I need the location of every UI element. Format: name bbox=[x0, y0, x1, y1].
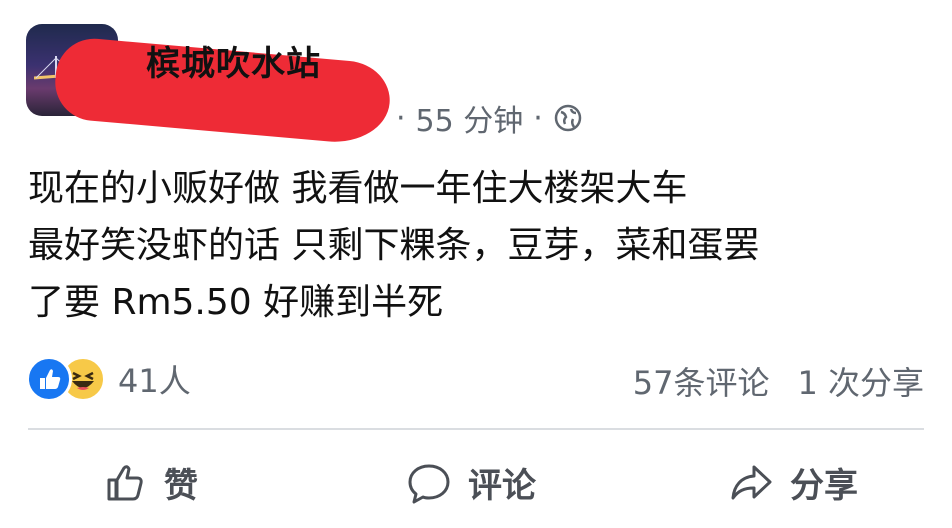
like-icon bbox=[26, 356, 72, 402]
comment-label: 评论 bbox=[468, 466, 536, 506]
facebook-post: 槟城吹水站 · 55 分钟 · 现在的小贩好做 我看做一年住大楼架大车 最好笑没… bbox=[0, 0, 952, 528]
post-text-line: 最好笑没虾的话 只剩下粿条，豆芽，菜和蛋罢 bbox=[28, 225, 760, 266]
like-label: 赞 bbox=[164, 466, 198, 506]
comment-count[interactable]: 57条评论 bbox=[633, 358, 770, 404]
meta-separator: · bbox=[396, 100, 406, 136]
post-body: 现在的小贩好做 我看做一年住大楼架大车 最好笑没虾的话 只剩下粿条，豆芽，菜和蛋… bbox=[28, 160, 759, 331]
reaction-count: 41人 bbox=[118, 362, 191, 400]
divider bbox=[28, 428, 924, 430]
reactions-summary[interactable]: 41人 bbox=[26, 356, 191, 402]
page-name[interactable]: 槟城吹水站 bbox=[146, 36, 321, 85]
share-button[interactable]: 分享 bbox=[728, 458, 858, 507]
share-label: 分享 bbox=[790, 466, 858, 506]
post-time[interactable]: 55 分钟 bbox=[416, 96, 524, 140]
meta-separator-2: · bbox=[533, 100, 543, 136]
share-arrow-icon bbox=[728, 461, 774, 505]
globe-icon bbox=[553, 103, 583, 133]
post-text-line: 现在的小贩好做 我看做一年住大楼架大车 bbox=[28, 168, 688, 209]
thumbs-up-icon bbox=[104, 461, 148, 505]
comment-bubble-icon bbox=[406, 461, 452, 505]
post-meta: · 55 分钟 · bbox=[396, 96, 583, 140]
like-button[interactable]: 赞 bbox=[104, 458, 198, 507]
post-stats: 57条评论 1 次分享 bbox=[633, 358, 924, 404]
share-count[interactable]: 1 次分享 bbox=[797, 358, 924, 404]
comment-button[interactable]: 评论 bbox=[406, 458, 536, 507]
action-bar: 赞 评论 分享 bbox=[0, 440, 952, 524]
post-text-line: 了要 Rm5.50 好赚到半死 bbox=[28, 282, 444, 323]
